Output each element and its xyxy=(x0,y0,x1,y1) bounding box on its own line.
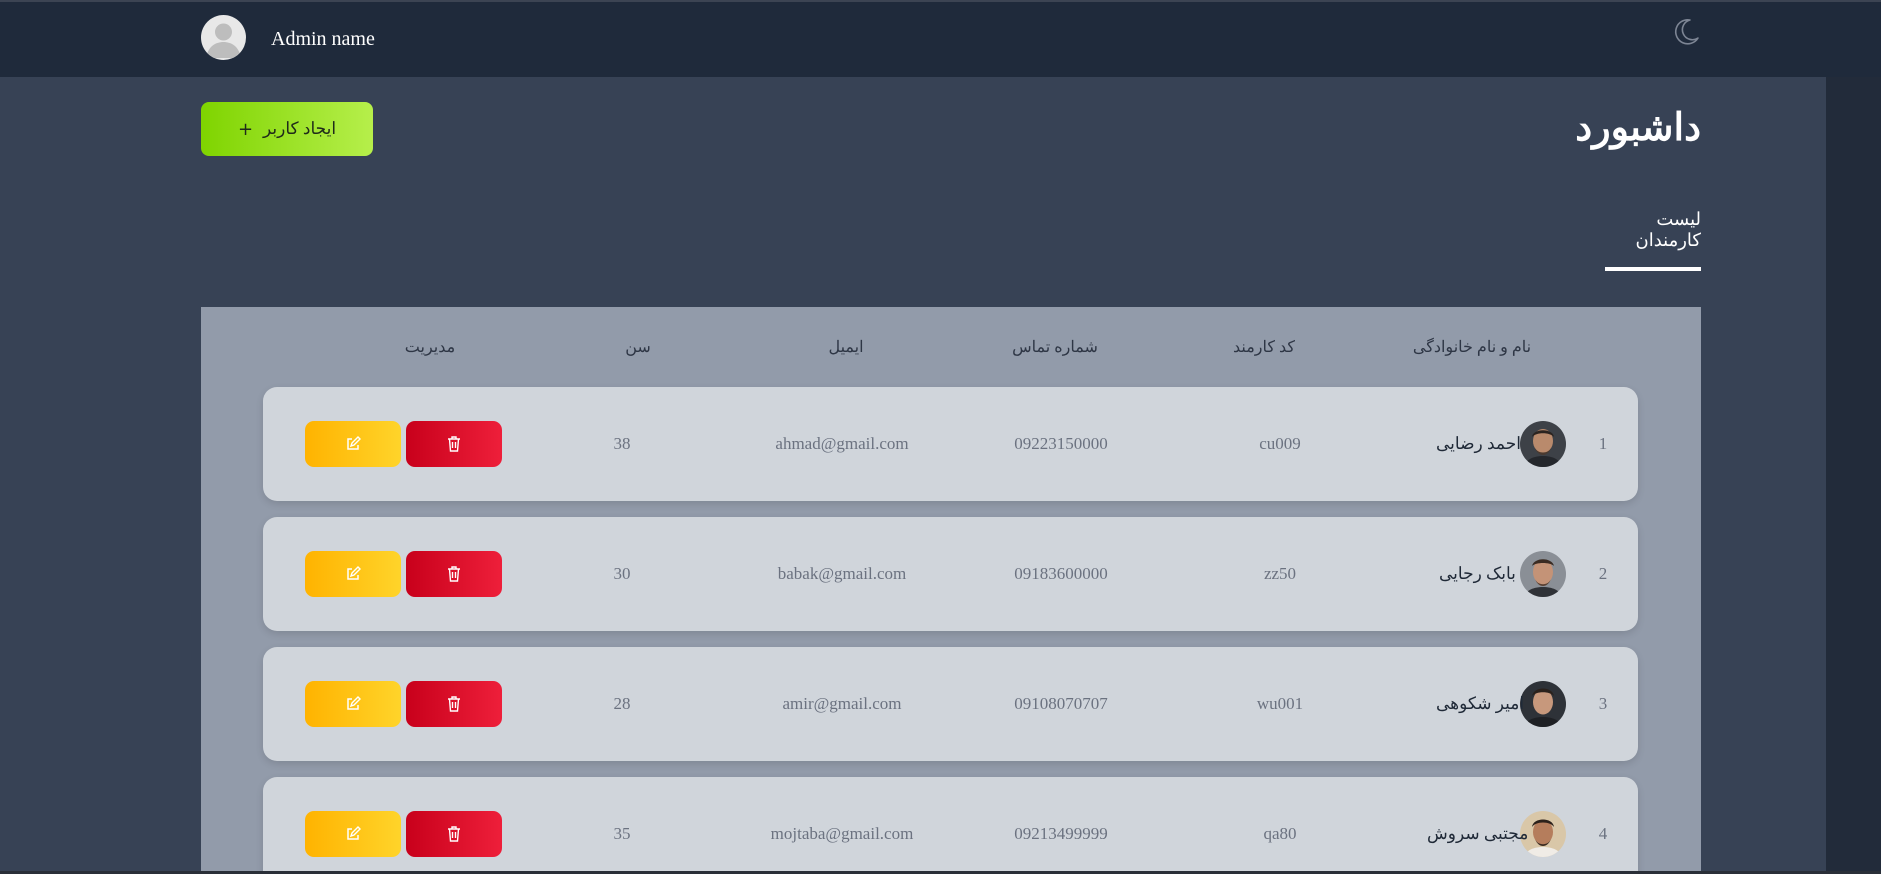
table-row: 4 مجتبی سروش qa80 09213499999 mojtaba@gm… xyxy=(263,777,1638,874)
edit-button[interactable] xyxy=(305,551,401,597)
employee-name: احمد رضایی xyxy=(1436,434,1521,453)
employee-age: 30 xyxy=(613,564,631,583)
header-code: کد کارمند xyxy=(1232,339,1296,356)
employee-code: wu001 xyxy=(1256,694,1304,713)
edit-icon xyxy=(347,826,361,840)
right-margin xyxy=(1826,77,1881,874)
delete-button[interactable] xyxy=(406,811,502,857)
trash-icon xyxy=(448,696,460,712)
trash-icon xyxy=(448,436,460,452)
employee-phone: 09223150000 xyxy=(1014,434,1108,453)
user-icon xyxy=(206,23,241,58)
trash-icon xyxy=(448,566,460,582)
employee-photo xyxy=(1520,681,1566,727)
row-index: 1 xyxy=(1598,434,1608,453)
employee-age: 38 xyxy=(613,434,631,453)
employee-phone: 09183600000 xyxy=(1014,564,1108,583)
employee-age: 35 xyxy=(613,824,631,843)
tab-employee-list[interactable]: لیست کارمندان xyxy=(1605,209,1701,271)
edit-icon xyxy=(347,566,361,580)
employee-email: amir@gmail.com xyxy=(782,694,902,713)
admin-avatar[interactable] xyxy=(201,15,246,60)
edit-icon xyxy=(347,436,361,450)
header-email: ایمیل xyxy=(828,339,864,356)
edit-button[interactable] xyxy=(305,421,401,467)
table-row: 2 بابک رجایی zz50 09183600000 babak@gmai… xyxy=(263,517,1638,631)
employee-name: امیر شکوهی xyxy=(1436,694,1525,713)
edit-button[interactable] xyxy=(305,681,401,727)
delete-button[interactable] xyxy=(406,681,502,727)
top-navbar: Admin name xyxy=(0,2,1881,77)
create-user-button[interactable]: ایجاد کاربر + xyxy=(201,102,373,156)
employee-name: مجتبی سروش xyxy=(1427,824,1529,843)
edit-button[interactable] xyxy=(305,811,401,857)
header-age: سن xyxy=(625,339,651,356)
admin-name: Admin name xyxy=(271,28,375,50)
employee-photo xyxy=(1520,421,1566,467)
employee-name: بابک رجایی xyxy=(1439,564,1516,583)
employee-code: cu009 xyxy=(1259,434,1301,453)
row-index: 4 xyxy=(1598,824,1608,843)
row-index: 2 xyxy=(1598,564,1608,583)
header-manage: مدیریت xyxy=(404,339,456,356)
employee-email: ahmad@gmail.com xyxy=(775,434,909,453)
plus-icon: + xyxy=(237,118,254,140)
delete-button[interactable] xyxy=(406,421,502,467)
header-phone: شماره تماس xyxy=(1012,339,1098,356)
moon-icon[interactable] xyxy=(1670,16,1702,48)
create-user-label: ایجاد کاربر xyxy=(263,119,337,138)
employee-email: babak@gmail.com xyxy=(777,564,907,583)
employee-email: mojtaba@gmail.com xyxy=(770,824,914,843)
delete-button[interactable] xyxy=(406,551,502,597)
table-row: 1 احمد رضایی cu009 09223150000 ahmad@gma… xyxy=(263,387,1638,501)
employee-code: qa80 xyxy=(1263,824,1297,843)
trash-icon xyxy=(448,826,460,842)
row-index: 3 xyxy=(1598,694,1608,713)
employee-phone: 09213499999 xyxy=(1014,824,1108,843)
employee-code: zz50 xyxy=(1263,564,1297,583)
employee-table: نام و نام خانوادگی کد کارمند شماره تماس … xyxy=(201,307,1701,874)
header-name: نام و نام خانوادگی xyxy=(1412,339,1532,356)
table-row: 3 امیر شکوهی wu001 09108070707 amir@gmai… xyxy=(263,647,1638,761)
edit-icon xyxy=(347,696,361,710)
employee-photo xyxy=(1520,551,1566,597)
employee-phone: 09108070707 xyxy=(1014,694,1108,713)
page-title: داشبورد xyxy=(1575,107,1701,149)
employee-age: 28 xyxy=(613,694,631,713)
